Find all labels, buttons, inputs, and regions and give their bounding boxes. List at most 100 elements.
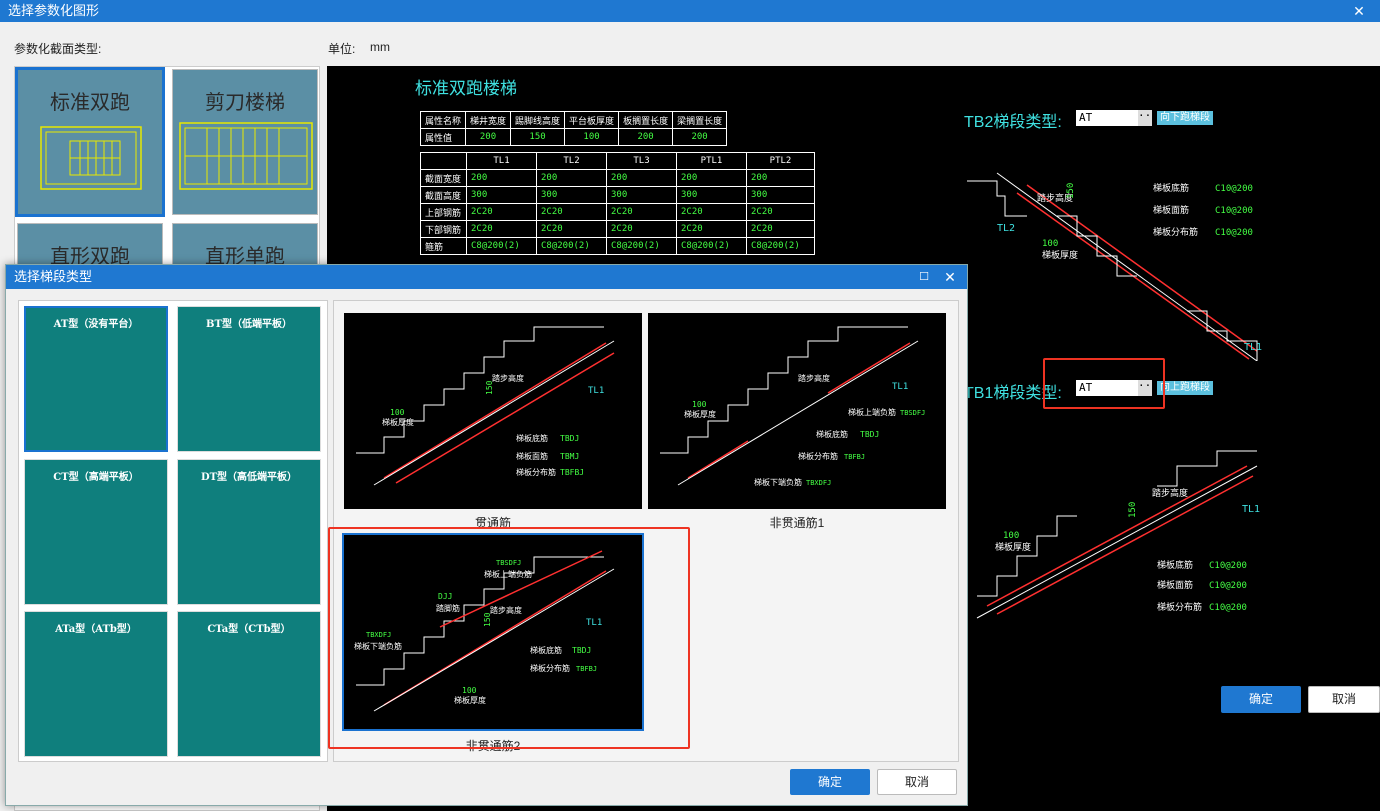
tb2-down-button[interactable]: 向下跑梯段 bbox=[1157, 111, 1213, 125]
table-cell: 上部钢筋 bbox=[420, 203, 467, 221]
top-bar-text: 梯板面筋 bbox=[1153, 204, 1189, 216]
dim-100: 100 bbox=[692, 400, 707, 409]
tile-standard-double[interactable]: 标准双跑 bbox=[15, 67, 165, 217]
table-cell: TL2 bbox=[536, 152, 607, 170]
table-cell: 300 bbox=[536, 186, 607, 204]
dim-100: 100 bbox=[1003, 531, 1019, 541]
scissor-stair-icon bbox=[179, 122, 313, 190]
code-text: TBDJ bbox=[560, 434, 579, 443]
table-row: 箍筋 C8@200(2) C8@200(2) C8@200(2) C8@200(2) C8… bbox=[420, 237, 815, 255]
table-cell: 下部钢筋 bbox=[420, 220, 467, 238]
table-cell: TL1 bbox=[466, 152, 537, 170]
table-cell: 2C20 bbox=[606, 220, 677, 238]
rebar-text: C10@200 bbox=[1215, 184, 1253, 194]
highlight-box bbox=[1043, 358, 1165, 409]
table-cell: C8@200(2) bbox=[676, 237, 747, 255]
dist-bar-text: 梯板分布筋 bbox=[516, 467, 556, 477]
tile-scissor[interactable]: 剪刀楼梯 bbox=[172, 69, 318, 215]
type-label: BT型（低端平板） bbox=[206, 319, 292, 330]
highlight-box bbox=[328, 527, 690, 749]
table-row: 上部钢筋 2C20 2C20 2C20 2C20 2C20 bbox=[420, 203, 815, 221]
more-icon[interactable]: ··· bbox=[1138, 110, 1158, 126]
main-title-bar: 选择参数化图形 bbox=[0, 0, 1380, 22]
close-icon[interactable]: ✕ bbox=[1348, 0, 1370, 22]
table-cell: 2C20 bbox=[746, 203, 815, 221]
dim-100: 100 bbox=[390, 408, 405, 417]
slab-thick-text: 梯板厚度 bbox=[1042, 249, 1078, 261]
tl1-text: TL1 bbox=[1242, 504, 1260, 515]
code-text: TBXDFJ bbox=[806, 479, 831, 487]
tl2-text: TL2 bbox=[997, 223, 1015, 234]
bottom-bar-text: 梯板底筋 bbox=[516, 433, 548, 443]
tb1-drawing: 踏步高度 150 TL1 100 梯板厚度 梯板底筋 C10@200 梯板面筋 … bbox=[976, 450, 1260, 619]
table-cell: 300 bbox=[606, 186, 677, 204]
type-ct[interactable]: CT型（高端平板） bbox=[24, 459, 168, 605]
table-cell: 2C20 bbox=[466, 203, 537, 221]
main-ok-button[interactable]: 确定 bbox=[1221, 686, 1301, 713]
preview-continuous[interactable]: 踏步高度 150 TL1 100 梯板厚度 梯板底筋 TBDJ 梯板面筋 TBM… bbox=[344, 313, 642, 509]
rebar-text: C10@200 bbox=[1209, 561, 1247, 571]
table-cell: 梁搁置长度 bbox=[672, 111, 728, 129]
table-cell: C8@200(2) bbox=[746, 237, 815, 255]
table-cell: 梯井宽度 bbox=[465, 111, 512, 129]
step-height-text: 踏步高度 bbox=[492, 373, 524, 383]
table-cell: 2C20 bbox=[466, 220, 537, 238]
table-cell: C8@200(2) bbox=[466, 237, 537, 255]
table-cell: 300 bbox=[466, 186, 537, 204]
main-cancel-button[interactable]: 取消 bbox=[1308, 686, 1380, 713]
rebar-text: C10@200 bbox=[1215, 206, 1253, 216]
table-cell: 150 bbox=[510, 128, 566, 146]
close-icon[interactable]: ✕ bbox=[941, 265, 959, 289]
table-cell: 200 bbox=[536, 169, 607, 187]
type-label: CTa型（CTb型） bbox=[207, 624, 291, 635]
table-cell: 200 bbox=[676, 169, 747, 187]
bottom-bar-text: 梯板底筋 bbox=[1153, 182, 1189, 194]
tb2-type-value: AT bbox=[1079, 111, 1093, 124]
noncontinuous1-drawing: 踏步高度 TL1 100 梯板厚度 梯板上端负筋 TBSDFJ 梯板底筋 TBD… bbox=[660, 326, 925, 487]
table-cell: C8@200(2) bbox=[606, 237, 677, 255]
dist-bar-text: 梯板分布筋 bbox=[798, 451, 838, 461]
preview-noncontinuous-1[interactable]: 踏步高度 TL1 100 梯板厚度 梯板上端负筋 TBSDFJ 梯板底筋 TBD… bbox=[648, 313, 946, 509]
table-cell: C8@200(2) bbox=[536, 237, 607, 255]
table-cell: 200 bbox=[618, 128, 674, 146]
code-text: TBFBJ bbox=[560, 468, 584, 477]
bottom-bar-text: 梯板底筋 bbox=[1157, 559, 1193, 571]
table-cell: 板搁置长度 bbox=[618, 111, 674, 129]
slab-thick-text: 梯板厚度 bbox=[995, 541, 1031, 553]
continuous-drawing: 踏步高度 150 TL1 100 梯板厚度 梯板底筋 TBDJ 梯板面筋 TBM… bbox=[356, 326, 615, 486]
table-cell: 200 bbox=[606, 169, 677, 187]
sub-cancel-button[interactable]: 取消 bbox=[877, 769, 957, 795]
rebar-option-panel: 踏步高度 150 TL1 100 梯板厚度 梯板底筋 TBDJ 梯板面筋 TBM… bbox=[328, 300, 959, 762]
code-text: TBDJ bbox=[860, 430, 879, 439]
type-cta[interactable]: CTa型（CTb型） bbox=[177, 611, 321, 757]
segment-type-dialog: 选择梯段类型 ☐ ✕ AT型（没有平台） BT型（低端平板） CT型（高端平板）… bbox=[5, 264, 968, 806]
segment-type-list[interactable]: AT型（没有平台） BT型（低端平板） CT型（高端平板） DT型（高低端平板）… bbox=[18, 300, 328, 762]
dist-bar-text: 梯板分布筋 bbox=[1157, 601, 1202, 613]
type-label: ATa型（ATb型） bbox=[55, 624, 137, 635]
rebar-text: C10@200 bbox=[1215, 228, 1253, 238]
type-ata[interactable]: ATa型（ATb型） bbox=[24, 611, 168, 757]
maximize-icon[interactable]: ☐ bbox=[915, 265, 933, 289]
table-cell: 2C20 bbox=[536, 220, 607, 238]
tb1-up-button[interactable]: 向上跑梯段 bbox=[1157, 381, 1213, 395]
tb2-drawing: 踏步高度 150 TL2 100 梯板厚度 梯板底筋 C10@200 梯板面筋 … bbox=[967, 172, 1262, 361]
table-cell bbox=[420, 152, 467, 170]
step-height-text: 踏步高度 bbox=[1152, 487, 1188, 499]
rebar-text: C10@200 bbox=[1209, 603, 1247, 613]
sub-ok-button[interactable]: 确定 bbox=[790, 769, 870, 795]
tb2-type-input[interactable]: AT ··· bbox=[1076, 110, 1158, 126]
top-bar-text: 梯板面筋 bbox=[516, 451, 548, 461]
table-row: 下部钢筋 2C20 2C20 2C20 2C20 2C20 bbox=[420, 220, 815, 238]
type-label: DT型（高低端平板） bbox=[200, 472, 298, 483]
dim-100: 100 bbox=[1042, 239, 1058, 249]
type-at[interactable]: AT型（没有平台） bbox=[24, 306, 168, 452]
unit-label: 单位: bbox=[328, 42, 356, 56]
table-cell: 200 bbox=[672, 128, 728, 146]
type-label: CT型（高端平板） bbox=[53, 472, 139, 483]
type-dt[interactable]: DT型（高低端平板） bbox=[177, 459, 321, 605]
table-cell: 截面高度 bbox=[420, 186, 467, 204]
table-cell: 2C20 bbox=[676, 203, 747, 221]
caption-noncontinuous-1: 非贯通筋1 bbox=[769, 516, 825, 530]
type-bt[interactable]: BT型（低端平板） bbox=[177, 306, 321, 452]
tb2-label: TB2梯段类型: bbox=[964, 114, 1062, 131]
